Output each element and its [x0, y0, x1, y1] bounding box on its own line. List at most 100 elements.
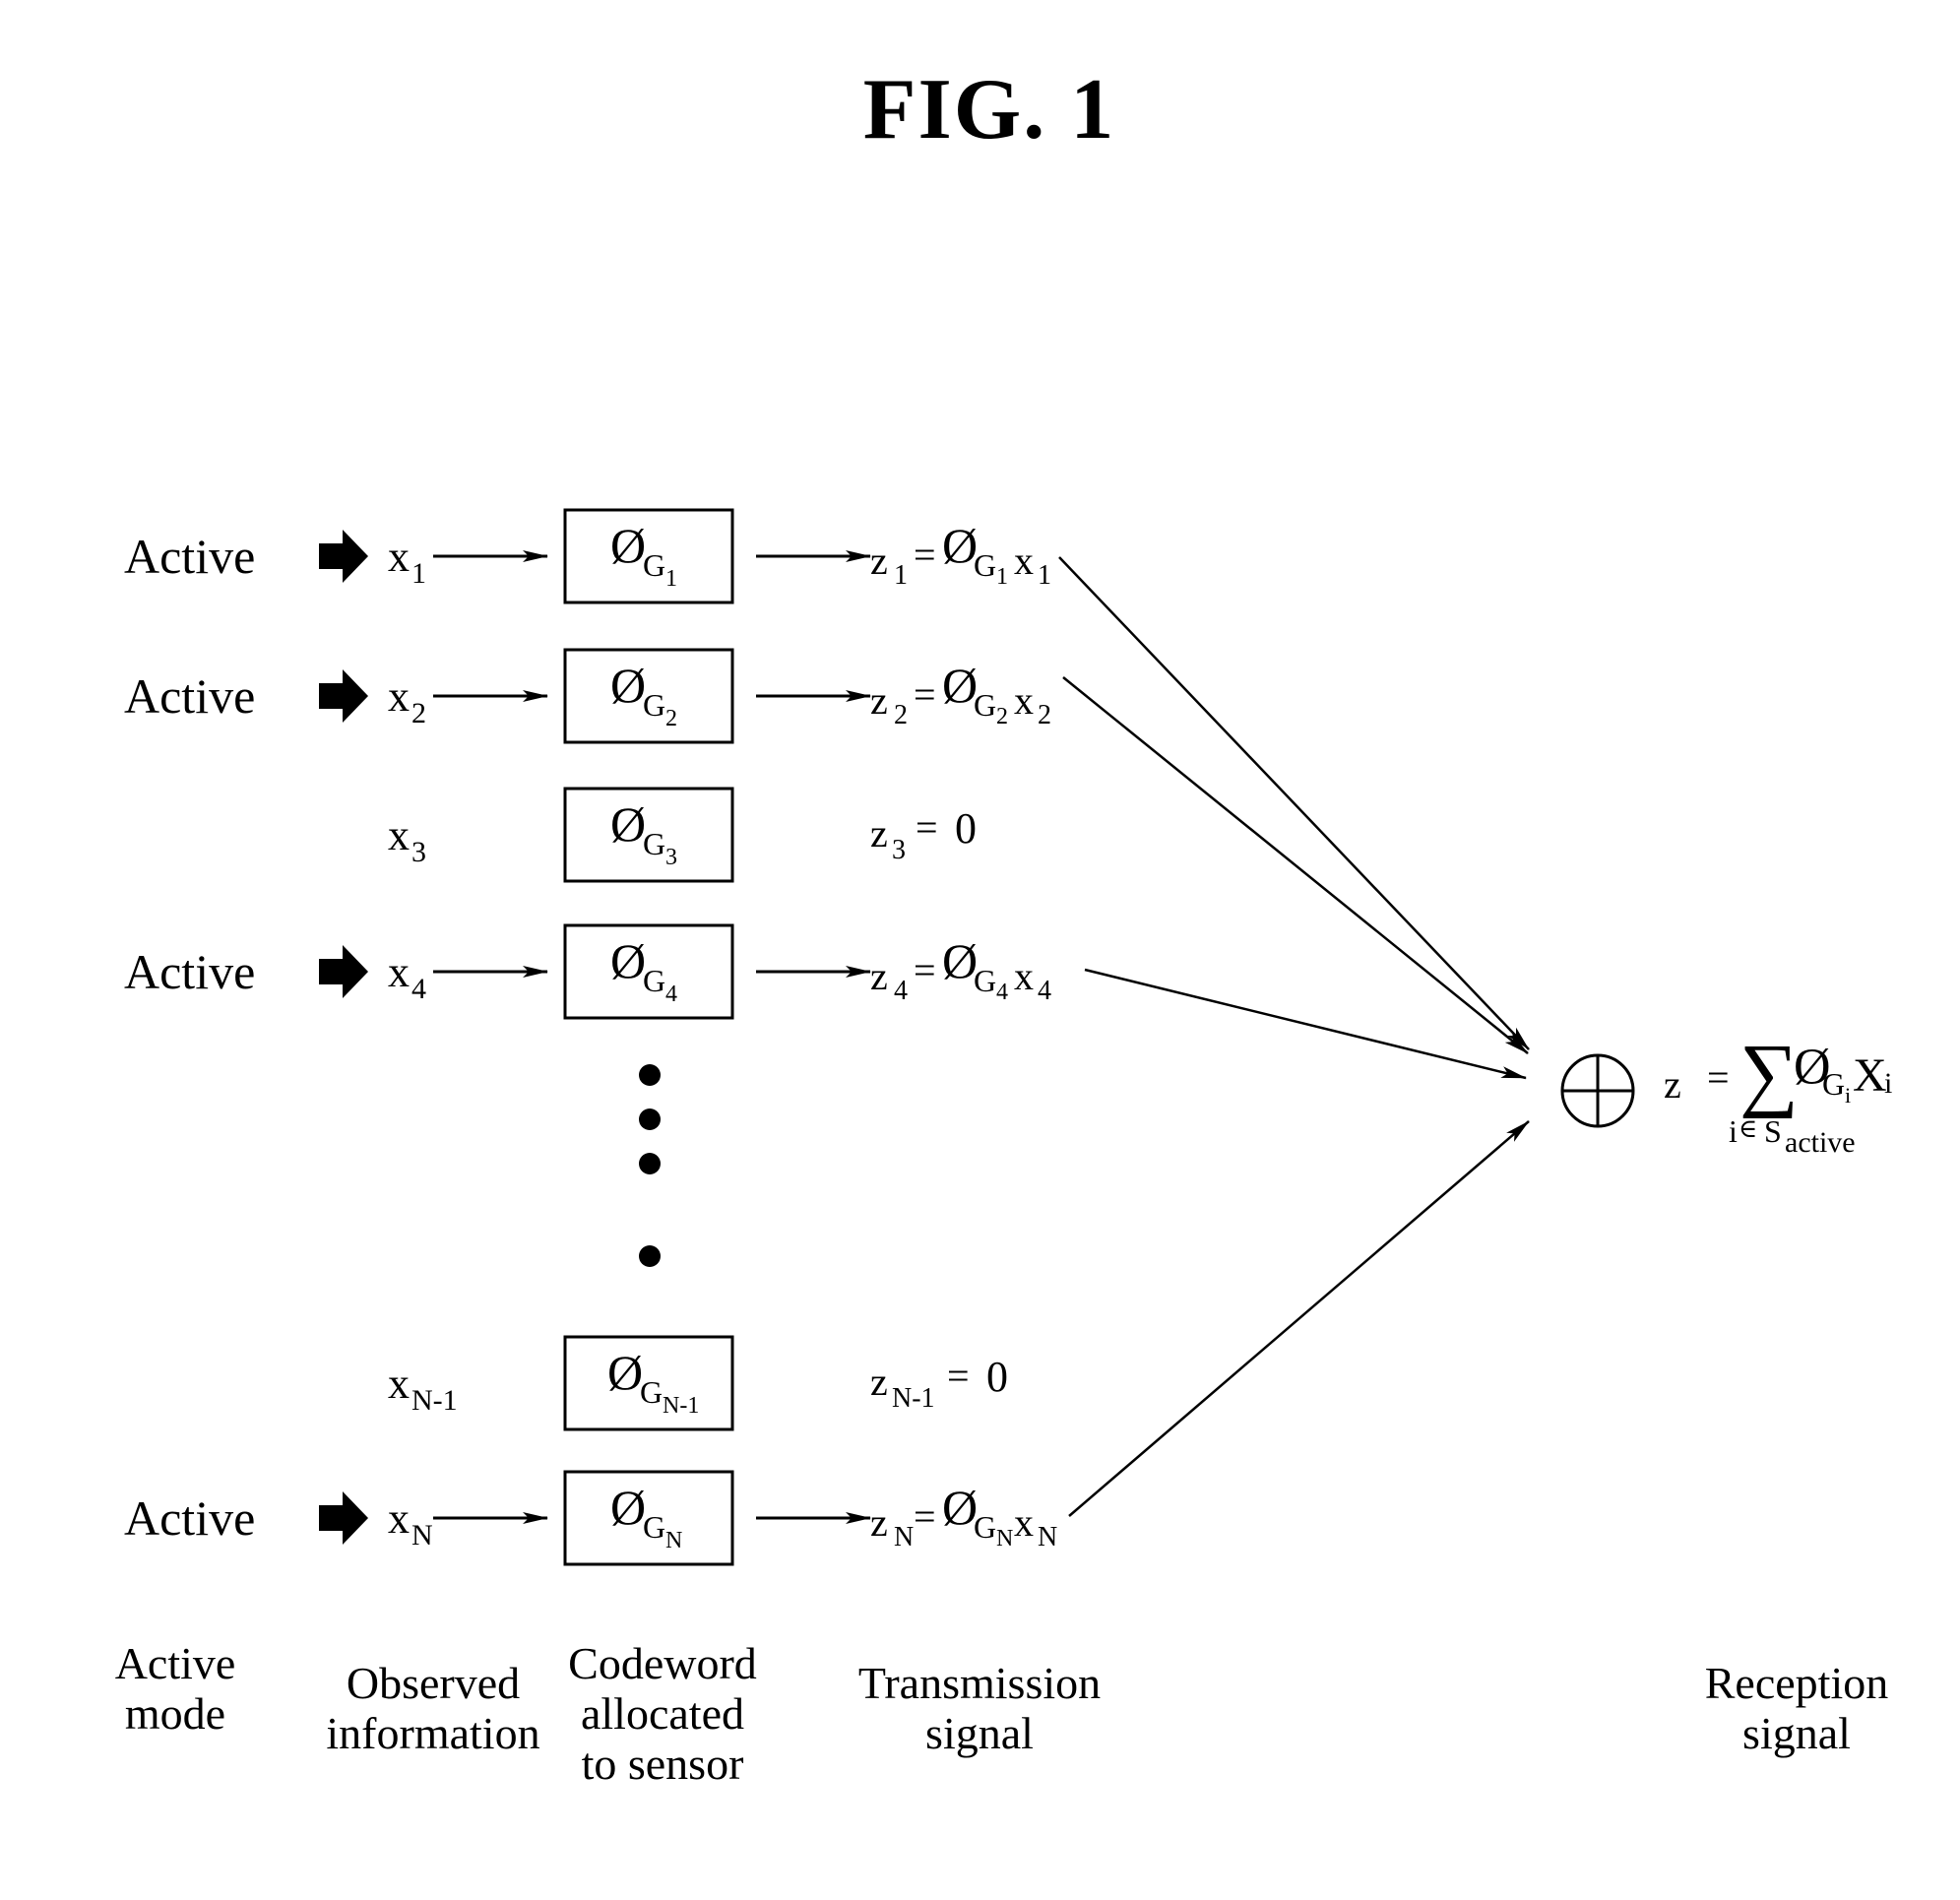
signal-phi: Ø — [942, 518, 978, 573]
observed-var-subscript: N — [411, 1519, 433, 1552]
column-captions: Activemode Observedinformation Codewordall… — [115, 1638, 1889, 1789]
caption-reception-signal: Receptionsignal — [1705, 1658, 1889, 1758]
index-rel: ∈ — [1739, 1114, 1757, 1143]
summation-combiner-icon — [1560, 1053, 1635, 1128]
active-mode-label: Active — [124, 1490, 255, 1546]
signal-phi: Ø — [942, 1480, 978, 1535]
signal-g: G — [974, 687, 996, 723]
observed-var-subscript: 1 — [411, 557, 426, 590]
caption-line: allocated — [581, 1688, 744, 1739]
signal-var: z — [870, 538, 888, 583]
block-arrow-icon — [319, 945, 368, 998]
signal-var: z — [870, 811, 888, 855]
caption-observed-information: Observedinformation — [326, 1658, 539, 1758]
codeword-g: G — [643, 547, 665, 583]
codeword-phi: Ø — [610, 796, 646, 852]
caption-line: Reception — [1705, 1658, 1889, 1708]
codeword-phi: Ø — [610, 658, 646, 713]
transmission-signal: z 1 = ØG 1 x 1 — [870, 518, 1051, 591]
signal-zero-value: 0 — [986, 1353, 1008, 1401]
observed-var-symbol: x — [388, 672, 410, 721]
codeword-box: ØG N — [563, 1470, 734, 1566]
codeword-subscript: N-1 — [663, 1393, 699, 1419]
signal-subscript: N — [894, 1522, 914, 1552]
block-arrow-icon — [319, 669, 368, 723]
active-mode-label: Active — [124, 944, 255, 999]
transmission-signal: z N = ØG Nx N — [870, 1480, 1057, 1552]
observed-variable: x3 — [388, 811, 426, 868]
observed-var-symbol: x — [388, 948, 410, 996]
signal-g-subscript: 4 — [996, 980, 1008, 1005]
ellipsis-dot — [639, 1064, 661, 1086]
signal-var: z — [870, 1500, 888, 1545]
transmission-signal: z N-1 = 0 — [870, 1353, 1008, 1414]
codeword-phi: Ø — [610, 1480, 646, 1535]
formula-equals: = — [1707, 1055, 1730, 1100]
signal-x: x — [1014, 538, 1034, 583]
formula-lhs: z — [1664, 1062, 1681, 1107]
codeword-subscript: 3 — [665, 845, 677, 870]
signal-equals: = — [916, 805, 938, 850]
signal-g-subscript: N — [996, 1526, 1013, 1552]
signal-subscript: 4 — [894, 976, 908, 1006]
observed-var-subscript: 2 — [411, 697, 426, 729]
caption-line: to sensor — [582, 1739, 744, 1789]
caption-line: signal — [1742, 1708, 1851, 1758]
signal-subscript: 3 — [892, 835, 906, 865]
caption-line: Transmission — [858, 1658, 1101, 1708]
converging-arrow-2 — [1062, 676, 1529, 1054]
sum-symbol: ∑ — [1739, 1028, 1799, 1119]
sensor-row-3: x 3ØG 3z 3= 0 — [388, 787, 977, 883]
signal-g-subscript: 1 — [996, 564, 1008, 590]
transmission-signal: z 2 = ØG 2 x 2 — [870, 658, 1051, 730]
sensor-row-1: Active x 1ØG 1 z 1 = ØG 1 x 1 — [124, 508, 1051, 604]
observed-var-symbol: x — [388, 811, 410, 859]
codeword-g: G — [643, 1509, 665, 1545]
signal-equals: = — [914, 948, 936, 992]
signal-subscript: 2 — [894, 700, 908, 730]
codeword-g: G — [643, 687, 665, 723]
formula-g: G — [1822, 1066, 1845, 1102]
observed-variable: x2 — [388, 672, 426, 729]
codeword-phi: Ø — [607, 1345, 643, 1400]
signal-x-subscript: 4 — [1038, 976, 1051, 1006]
sensor-row-N-1: x N-1 ØG N-1 z N-1= 0 — [388, 1335, 1008, 1431]
codeword-box: ØG N-1 — [563, 1335, 734, 1431]
observed-var-subscript: N-1 — [411, 1384, 458, 1417]
signal-phi: Ø — [942, 933, 978, 988]
converging-arrow-1 — [1058, 556, 1530, 1050]
codeword-subscript: 2 — [665, 706, 677, 731]
codeword-subscript: 4 — [665, 982, 677, 1007]
block-arrow-icon — [319, 1491, 368, 1545]
reception-formula: z = ∑ Ø G i X i i ∈ S active — [1664, 1028, 1892, 1159]
transmission-signal: z 3 = 0 — [870, 804, 977, 865]
observed-var-symbol: x — [388, 533, 410, 581]
codeword-box: ØG 3 — [563, 787, 734, 883]
signal-subscript: 1 — [894, 560, 908, 591]
signal-var: z — [870, 954, 888, 998]
sensor-rows: Active x 1ØG 1 z 1 = ØG 1 x 1Active x 2ØG 2 z 2 = ØG 2 x 2x 3… — [124, 508, 1057, 1566]
signal-g: G — [974, 547, 996, 583]
observed-variable: x N-1 — [388, 1360, 458, 1417]
index-set-sub: active — [1785, 1126, 1856, 1159]
ellipsis-dot — [639, 1245, 661, 1267]
active-mode-label: Active — [124, 529, 255, 584]
caption-line: Observed — [347, 1658, 520, 1708]
block-arrow-icon — [319, 530, 368, 583]
signal-x: x — [1014, 954, 1034, 998]
formula-x-sub: i — [1884, 1067, 1892, 1100]
observed-variable: xN — [388, 1494, 433, 1552]
caption-codeword: Codewordallocatedto sensor — [568, 1638, 757, 1789]
active-mode-label: Active — [124, 668, 255, 724]
signal-phi: Ø — [942, 658, 978, 713]
ellipsis-dot — [639, 1153, 661, 1174]
codeword-g: G — [643, 826, 665, 861]
signal-x-subscript: N — [1038, 1522, 1057, 1552]
transmission-signal: z 4 = ØG 4 x 4 — [870, 933, 1051, 1006]
figure-title: FIG. 1 — [863, 62, 1115, 158]
signal-subscript: N-1 — [892, 1383, 935, 1414]
signal-x-subscript: 1 — [1038, 560, 1051, 591]
codeword-box: ØG 1 — [563, 508, 734, 604]
ellipsis-dots — [639, 1064, 661, 1267]
signal-equals: = — [914, 672, 936, 717]
